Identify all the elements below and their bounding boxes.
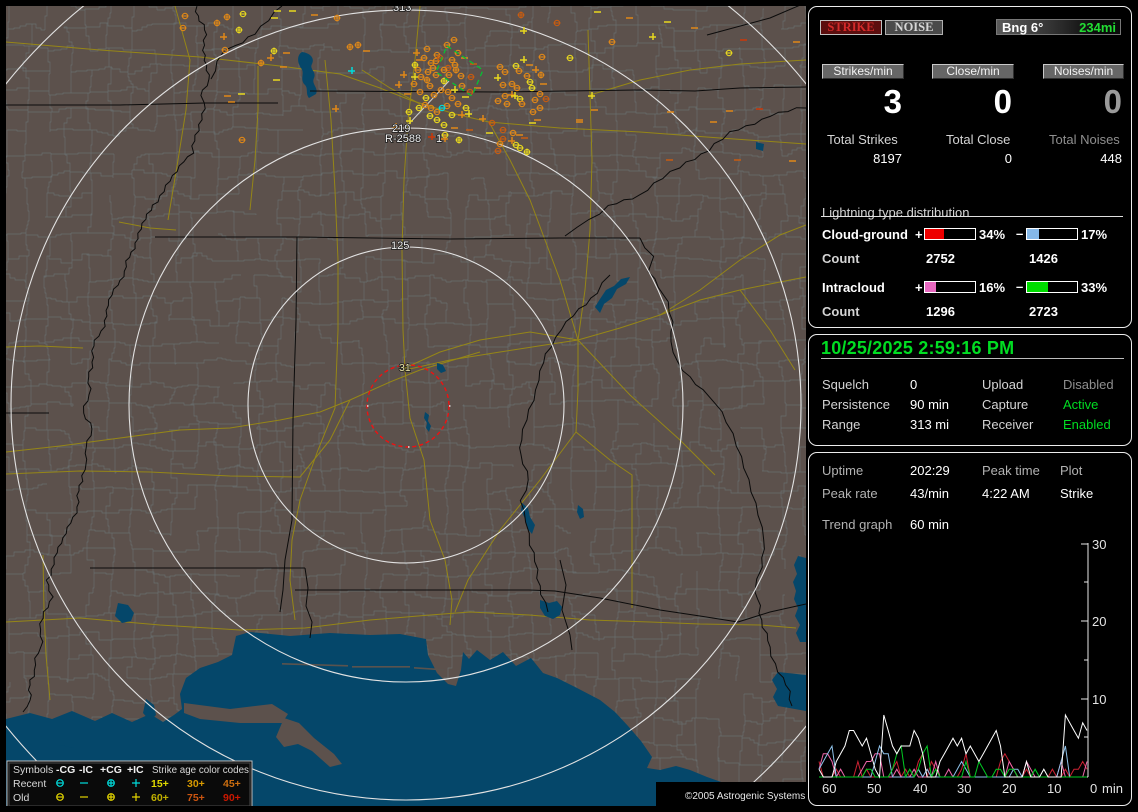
svg-text:©2005 Astrogenic Systems: ©2005 Astrogenic Systems — [685, 791, 805, 802]
svg-text:50: 50 — [867, 781, 881, 796]
svg-text:45+: 45+ — [223, 778, 241, 790]
svg-text:60+: 60+ — [151, 792, 169, 804]
svg-text:-CG: -CG — [56, 764, 75, 776]
svg-text:Symbols: Symbols — [13, 764, 53, 776]
svg-text:Strike age color codes: Strike age color codes — [152, 765, 249, 776]
svg-text:40: 40 — [913, 781, 927, 796]
svg-text:R-2588: R-2588 — [385, 133, 421, 145]
svg-text:20: 20 — [1002, 781, 1016, 796]
svg-text:20: 20 — [1092, 614, 1106, 629]
svg-text:90+: 90+ — [223, 792, 241, 804]
svg-text:1: 1 — [436, 133, 442, 145]
svg-text:60: 60 — [822, 781, 836, 796]
svg-text:31: 31 — [399, 362, 411, 374]
svg-text:30+: 30+ — [187, 778, 205, 790]
svg-text:15+: 15+ — [151, 778, 169, 790]
svg-text:0: 0 — [1090, 781, 1097, 796]
svg-text:+IC: +IC — [127, 764, 144, 776]
svg-text:10: 10 — [1047, 781, 1061, 796]
svg-text:75+: 75+ — [187, 792, 205, 804]
svg-text:10: 10 — [1092, 692, 1106, 707]
svg-text:Recent: Recent — [13, 778, 46, 790]
svg-text:30: 30 — [957, 781, 971, 796]
svg-text:125: 125 — [391, 240, 409, 252]
svg-text:30: 30 — [1092, 537, 1106, 552]
svg-text:min: min — [1102, 781, 1123, 796]
svg-text:Old: Old — [13, 792, 30, 804]
svg-text:313: 313 — [393, 6, 411, 14]
svg-text:-IC: -IC — [79, 764, 93, 776]
svg-text:+CG: +CG — [100, 764, 122, 776]
